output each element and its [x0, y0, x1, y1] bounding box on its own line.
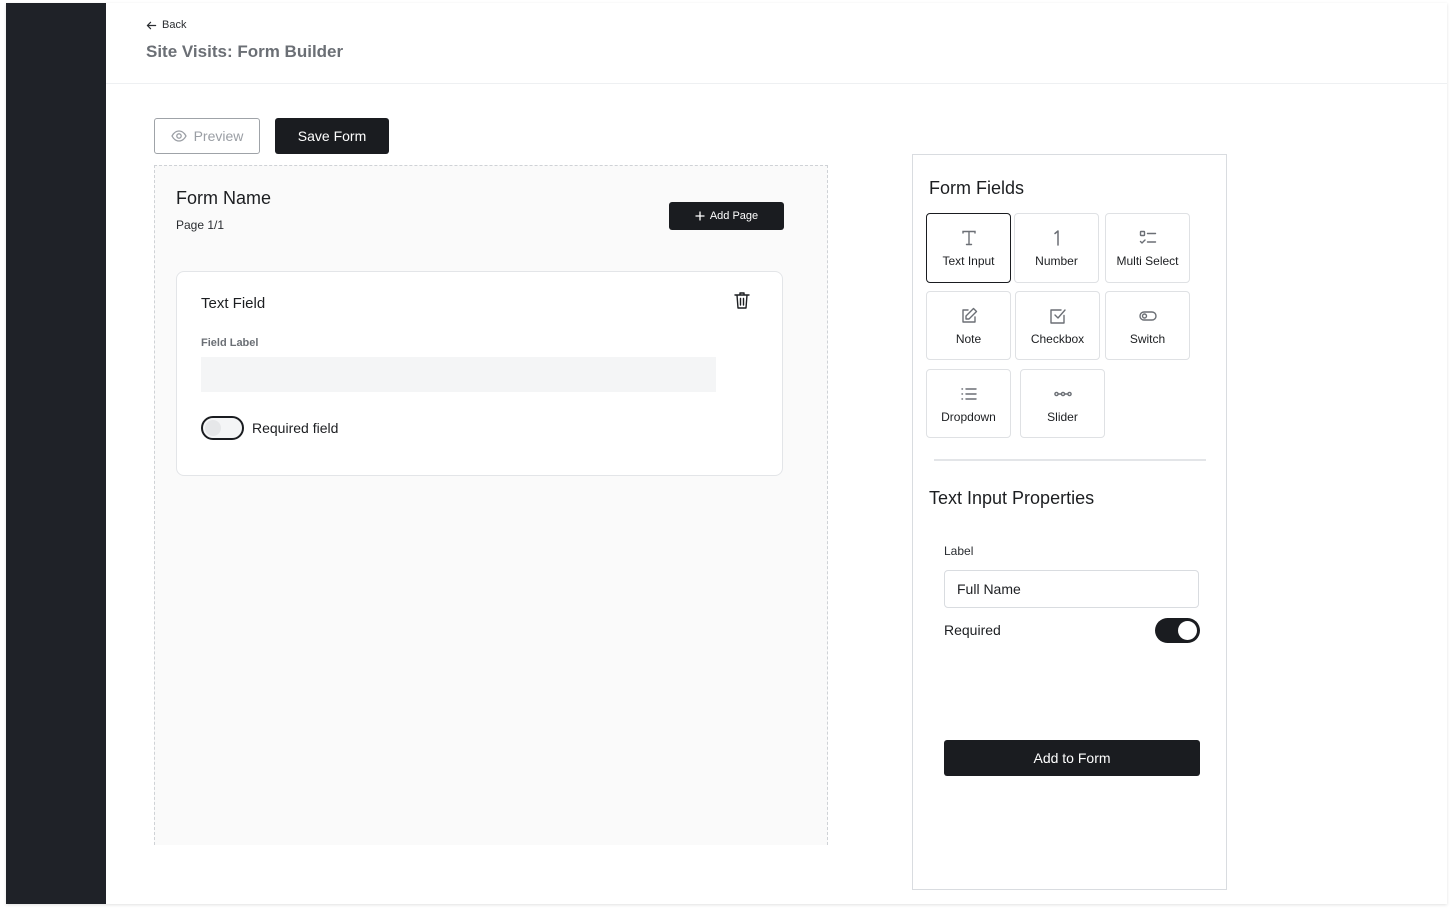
field-type-slider[interactable]: Slider	[1020, 369, 1105, 438]
tile-label: Dropdown	[941, 410, 996, 424]
text-icon	[961, 230, 976, 246]
tile-label: Switch	[1129, 332, 1166, 346]
field-type-switch[interactable]: Switch	[1105, 291, 1190, 360]
back-label: Back	[162, 19, 187, 31]
field-label-input[interactable]	[201, 357, 716, 392]
back-link[interactable]: Back	[146, 19, 186, 31]
trash-icon[interactable]	[732, 290, 752, 310]
preview-button[interactable]: Preview	[154, 118, 260, 154]
properties-title: Text Input Properties	[929, 488, 1095, 508]
field-type-number[interactable]: Number	[1014, 213, 1099, 283]
field-type-text-input[interactable]: Text Input	[926, 213, 1011, 283]
toggle-icon	[1138, 311, 1157, 321]
form-canvas: Form Name Page 1/1 Add Page Text Field F…	[154, 165, 828, 845]
list-icon	[960, 388, 977, 400]
slider-icon	[1053, 391, 1072, 397]
text-field-card[interactable]: Text Field Field Label Required field	[176, 271, 783, 476]
page-title: Site Visits: Form Builder	[146, 42, 344, 61]
plus-icon	[695, 211, 705, 221]
page-indicator: Page 1/1	[176, 218, 225, 232]
field-card-title: Text Field	[201, 295, 266, 312]
top-bar: Back Site Visits: Form Builder	[106, 3, 1447, 84]
checkbox-icon	[1049, 309, 1066, 324]
required-toggle[interactable]	[1155, 618, 1200, 643]
edit-icon	[961, 307, 977, 323]
required-field-label: Required field	[252, 420, 339, 436]
field-type-dropdown[interactable]: Dropdown	[926, 369, 1011, 438]
eye-icon	[170, 130, 187, 142]
panel-divider	[934, 459, 1206, 461]
label-caption: Label	[944, 544, 974, 558]
form-fields-panel: Form Fields Text Input Number Multi Sele…	[912, 154, 1227, 890]
add-to-form-button[interactable]: Add to Form	[944, 740, 1200, 776]
field-type-checkbox[interactable]: Checkbox	[1015, 291, 1100, 360]
number-icon	[1053, 230, 1059, 246]
tile-label: Text Input	[942, 254, 995, 268]
toggle-knob	[205, 420, 221, 436]
preview-label: Preview	[193, 128, 244, 144]
field-label-caption: Field Label	[201, 337, 259, 349]
toggle-knob	[1178, 621, 1197, 640]
tile-label: Checkbox	[1030, 332, 1085, 346]
form-name: Form Name	[176, 188, 272, 208]
add-page-label: Add Page	[709, 210, 759, 222]
field-type-note[interactable]: Note	[926, 291, 1011, 360]
tile-label: Slider	[1047, 410, 1078, 424]
tile-label: Note	[955, 332, 982, 346]
list-check-icon	[1139, 230, 1156, 244]
required-label: Required	[944, 622, 1001, 638]
required-field-toggle[interactable]	[201, 416, 244, 440]
save-form-button[interactable]: Save Form	[275, 118, 389, 154]
sidebar	[6, 3, 106, 904]
tile-label: Number	[1035, 254, 1078, 268]
field-type-multi-select[interactable]: Multi Select	[1105, 213, 1190, 283]
form-fields-title: Form Fields	[929, 178, 1025, 198]
add-page-button[interactable]: Add Page	[669, 202, 784, 230]
arrow-left-icon	[146, 21, 157, 29]
label-input[interactable]	[944, 570, 1199, 608]
tile-label: Multi Select	[1116, 254, 1179, 268]
